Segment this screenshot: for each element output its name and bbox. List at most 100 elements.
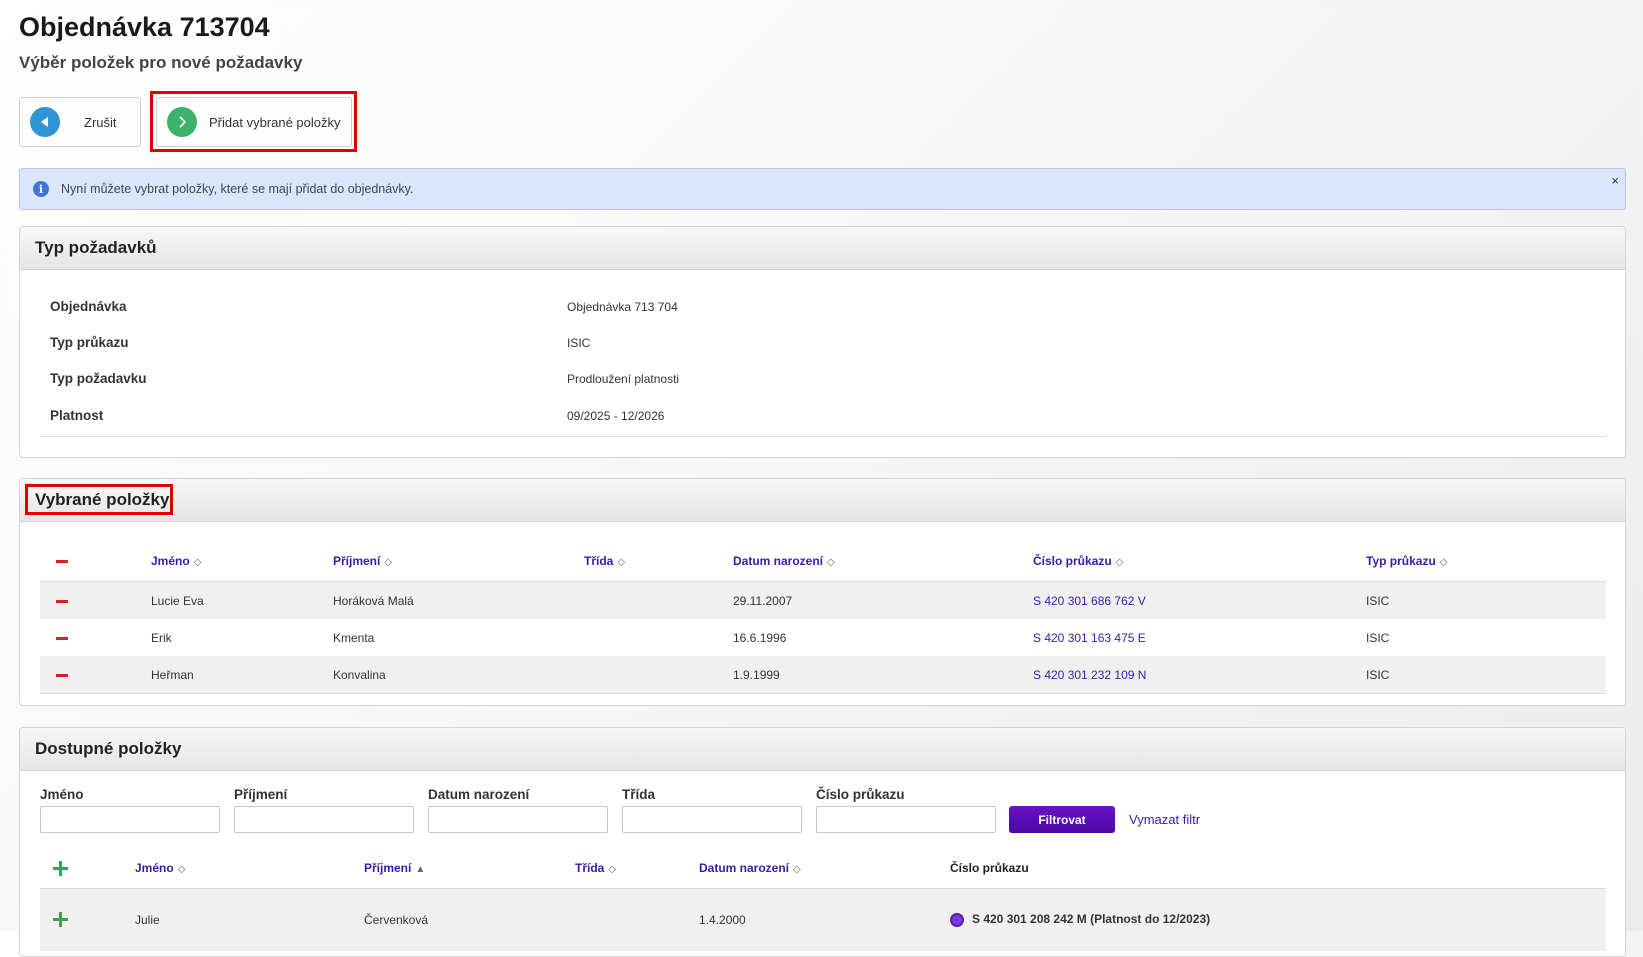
card-status-icon: [950, 913, 964, 928]
sort-ascending-icon: ▲: [415, 864, 426, 875]
page-title: Objednávka 713704: [19, 12, 270, 42]
selected-items-panel: Vybrané položky Jméno ◇ Příjmení ◇ Třída ◇ …: [19, 478, 1626, 706]
card-number-link[interactable]: S 420 301 232 109 N: [1033, 668, 1146, 682]
page-subtitle: Výběr položek pro nové požadavky: [19, 53, 303, 72]
column-header-first-name[interactable]: Jméno ◇: [150, 541, 332, 582]
filter-birth-date-input[interactable]: [428, 806, 608, 833]
sort-icon: ◇: [384, 557, 393, 568]
plus-icon: [53, 912, 68, 928]
filter-label-class: Třída: [622, 787, 656, 802]
cell-first-name: Lucie Eva: [150, 581, 332, 619]
column-header-card-number[interactable]: Číslo průkazu ◇: [1032, 541, 1365, 582]
remove-row-button[interactable]: [40, 656, 150, 694]
minus-icon: [56, 599, 68, 603]
cell-card-number: S 420 301 163 475 E: [1032, 619, 1365, 656]
filter-card-number-input[interactable]: [816, 806, 996, 833]
column-header-last-name[interactable]: Příjmení ◇: [332, 541, 583, 582]
cell-birth-date: 1.4.2000: [698, 888, 949, 951]
minus-icon: [56, 636, 68, 640]
remove-row-button[interactable]: [40, 619, 150, 656]
sort-icon: ◇: [1439, 557, 1448, 568]
cell-first-name: Erik: [151, 630, 172, 645]
column-header-last-name[interactable]: Příjmení ▲: [363, 848, 574, 889]
card-number-link[interactable]: S 420 301 163 475 E: [1033, 631, 1146, 645]
minus-icon: [56, 560, 68, 564]
cell-last-name: Konvalina: [332, 656, 583, 694]
request-type-panel: Typ požadavků Objednávka Objednávka 713 …: [19, 226, 1626, 458]
filter-label-birth-date: Datum narození: [428, 787, 530, 802]
column-header-birth-date[interactable]: Datum narození ◇: [732, 541, 1032, 582]
table-header-row: Jméno ◇ Příjmení ▲ Třída ◇ Datum narození ◇ …: [40, 848, 1606, 889]
info-value: Prodloužení platnosti: [567, 372, 680, 386]
cancel-button-label: Zrušit: [84, 114, 117, 130]
filter-class-input[interactable]: [622, 806, 802, 833]
cancel-button[interactable]: Zrušit: [19, 97, 141, 147]
divider: [40, 436, 1606, 437]
info-alert-text: Nyní můžete vybrat položky, které se maj…: [61, 182, 414, 196]
add-row-button[interactable]: [40, 888, 134, 951]
card-number-text: S 420 301 208 242 M (Platnost do 12/2023…: [972, 912, 1211, 927]
sort-icon: ◇: [793, 864, 801, 875]
highlight-frame-selected-title: [25, 484, 173, 515]
remove-all-button[interactable]: [40, 541, 150, 582]
sort-icon: ◇: [1115, 557, 1124, 568]
cell-last-name: Kmenta: [333, 630, 375, 645]
available-items-table: Jméno ◇ Příjmení ▲ Třída ◇ Datum narození ◇ …: [40, 848, 1606, 951]
cell-last-name: Červenková: [363, 888, 574, 951]
available-items-panel-title: Dostupné položky: [20, 728, 1625, 771]
info-alert: i Nyní můžete vybrat položky, které se m…: [19, 168, 1626, 210]
table-row: Erik Kmenta 16.6.1996 S 420 301 163 475 …: [40, 619, 1606, 656]
cell-birth-date: 16.6.1996: [733, 630, 787, 645]
cell-card-type: ISIC: [1365, 581, 1606, 619]
clear-filter-link[interactable]: Vymazat filtr: [1129, 812, 1200, 827]
cell-first-name: Julie: [134, 888, 363, 951]
column-header-birth-date[interactable]: Datum narození ◇: [698, 848, 949, 889]
table-row: Julie Červenková 1.4.2000 S 420 301 208 …: [40, 888, 1606, 951]
cell-card-number: S 420 301 208 242 M (Platnost do 12/2023…: [949, 888, 1606, 951]
highlight-frame-add-button: [150, 91, 357, 152]
filter-first-name-input[interactable]: [40, 806, 220, 833]
cell-class: [583, 619, 732, 656]
table-row: Lucie Eva Horáková Malá 29.11.2007 S 420…: [40, 581, 1606, 619]
close-icon[interactable]: ×: [1611, 173, 1619, 188]
filter-label-first-name: Jméno: [40, 787, 84, 802]
minus-icon: [56, 673, 68, 677]
back-arrow-icon: [30, 107, 60, 137]
cell-card-type: ISIC: [1366, 630, 1390, 645]
card-number-link[interactable]: S 420 301 686 762 V: [1033, 594, 1146, 608]
column-header-card-type[interactable]: Typ průkazu ◇: [1365, 541, 1606, 582]
info-value: 09/2025 - 12/2026: [567, 409, 665, 423]
column-header-first-name[interactable]: Jméno ◇: [134, 848, 363, 889]
cell-last-name: Horáková Malá: [332, 581, 583, 619]
cell-class: [583, 656, 732, 694]
column-header-class[interactable]: Třída ◇: [574, 848, 698, 889]
plus-icon: [53, 860, 68, 876]
sort-icon: ◇: [608, 864, 617, 875]
filter-label-last-name: Příjmení: [234, 787, 288, 802]
available-items-panel: Dostupné položky Jméno Příjmení Datum na…: [19, 727, 1626, 957]
cell-class: [574, 888, 698, 951]
column-header-class[interactable]: Třída ◇: [583, 541, 732, 582]
selected-items-table: Jméno ◇ Příjmení ◇ Třída ◇ Datum narození ◇ …: [40, 541, 1606, 694]
remove-row-button[interactable]: [40, 581, 150, 619]
column-header-card-number: Číslo průkazu: [949, 848, 1606, 889]
cell-birth-date: 1.9.1999: [732, 656, 1032, 694]
filter-button[interactable]: Filtrovat: [1009, 806, 1115, 833]
info-value: ISIC: [567, 336, 591, 350]
add-all-button[interactable]: [40, 848, 134, 889]
cell-first-name: Heřman: [150, 656, 332, 694]
info-key: Objednávka: [50, 299, 127, 314]
cell-class: [583, 581, 732, 619]
cell-birth-date: 29.11.2007: [732, 581, 1032, 619]
cell-card-type: ISIC: [1365, 656, 1606, 694]
cell-card-number: S 420 301 686 762 V: [1032, 581, 1365, 619]
info-key: Platnost: [50, 408, 104, 423]
selected-items-panel-title: Vybrané položky: [20, 479, 1625, 522]
table-header-row: Jméno ◇ Příjmení ◇ Třída ◇ Datum narození ◇ …: [40, 541, 1606, 582]
info-value: Objednávka 713 704: [567, 300, 678, 314]
sort-icon: ◇: [177, 864, 186, 875]
cell-card-number: S 420 301 232 109 N: [1032, 656, 1365, 694]
table-row: Heřman Konvalina 1.9.1999 S 420 301 232 …: [40, 656, 1606, 694]
filter-last-name-input[interactable]: [234, 806, 414, 833]
info-icon: i: [33, 181, 49, 197]
